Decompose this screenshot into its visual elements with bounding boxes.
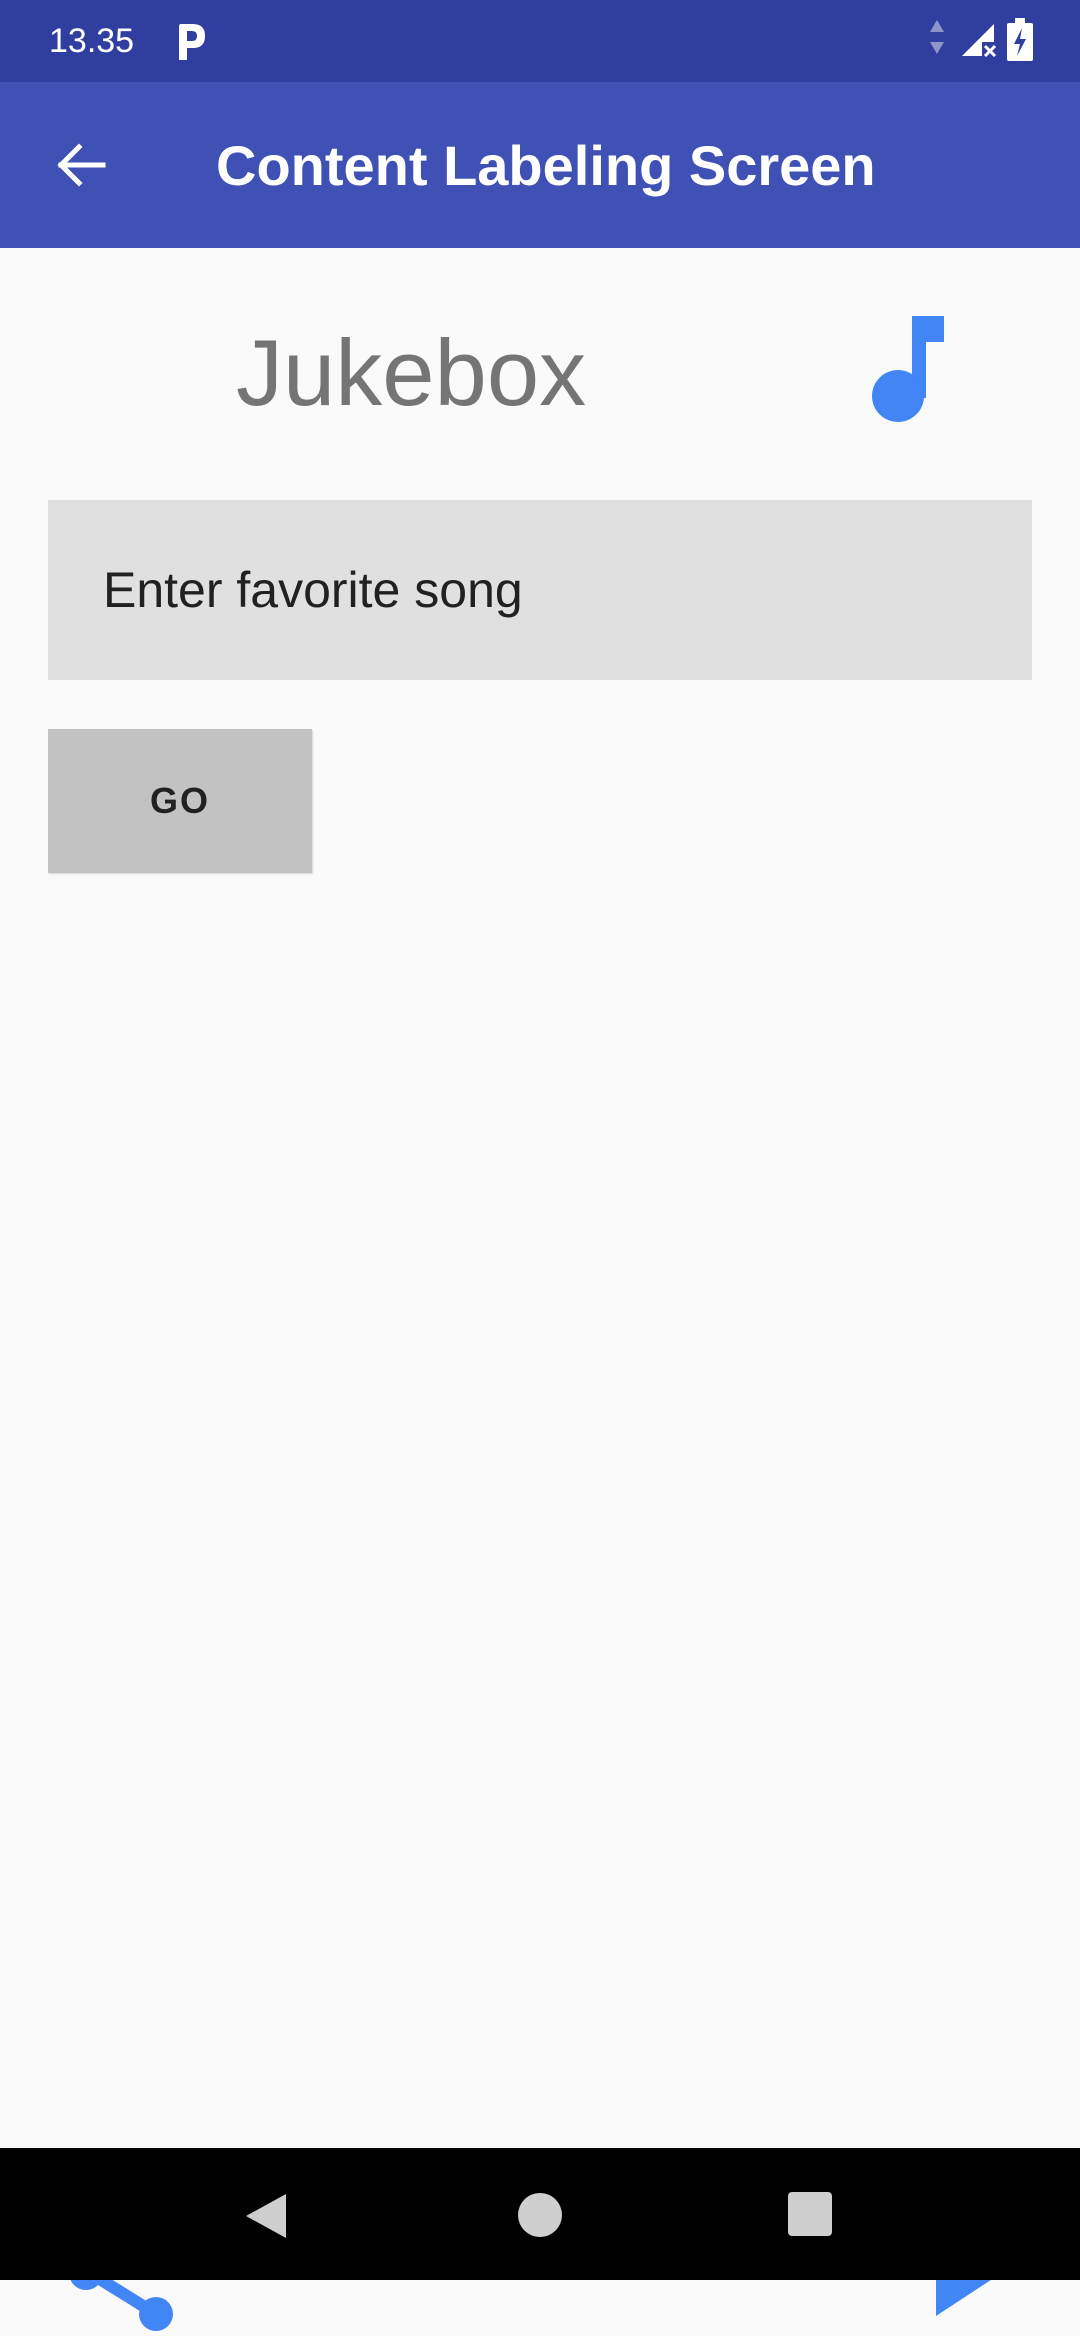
parking-icon: [179, 24, 205, 60]
app-bar: Content Labeling Screen: [0, 82, 1080, 248]
arrow-back-icon: [57, 143, 106, 187]
back-button[interactable]: [40, 125, 120, 205]
nav-back-icon[interactable]: [240, 2190, 290, 2242]
nav-recents-icon[interactable]: [786, 2190, 834, 2238]
navigation-bar: [0, 2148, 1080, 2280]
favorite-song-input[interactable]: [48, 500, 1032, 680]
status-time: 13.35: [49, 22, 135, 60]
signal-icon: [962, 24, 997, 58]
go-button-label: GO: [149, 780, 210, 821]
music-note-icon: [872, 316, 944, 422]
go-button[interactable]: GO: [48, 729, 312, 873]
battery-charging-icon: [1007, 18, 1033, 61]
data-arrows-icon: [930, 20, 944, 54]
screen-title: Content Labeling Screen: [216, 134, 876, 197]
nav-home-icon[interactable]: [515, 2190, 565, 2240]
jukebox-heading: Jukebox: [236, 320, 587, 425]
status-bar: 13.35: [0, 0, 1080, 82]
main-content: Jukebox GO: [0, 248, 1080, 2331]
